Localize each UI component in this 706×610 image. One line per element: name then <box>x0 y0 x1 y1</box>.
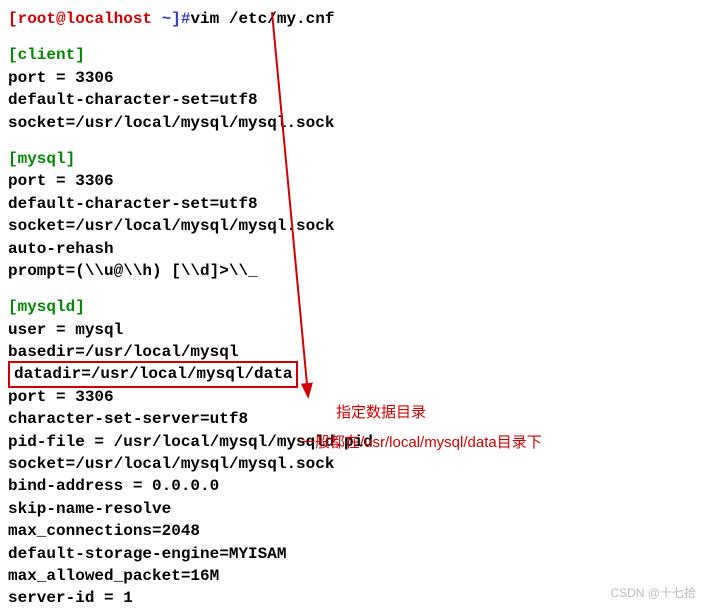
command-text: vim /etc/my.cnf <box>190 10 334 28</box>
config-line: default-storage-engine=MYISAM <box>8 543 698 565</box>
datadir-line: datadir=/usr/local/mysql/data <box>8 363 698 385</box>
config-line: bind-address = 0.0.0.0 <box>8 475 698 497</box>
prompt-path: ~]# <box>152 10 190 28</box>
config-line: max_allowed_packet=16M <box>8 565 698 587</box>
prompt-user: [root@localhost <box>8 10 152 28</box>
datadir-highlight: datadir=/usr/local/mysql/data <box>8 361 298 387</box>
config-line: skip-name-resolve <box>8 498 698 520</box>
shell-prompt: [root@localhost ~]#vim /etc/my.cnf <box>8 8 698 30</box>
config-line: default-character-set=utf8 <box>8 193 698 215</box>
config-line: auto-rehash <box>8 238 698 260</box>
config-line: port = 3306 <box>8 67 698 89</box>
config-line: socket=/usr/local/mysql/mysql.sock <box>8 215 698 237</box>
config-line: basedir=/usr/local/mysql <box>8 341 698 363</box>
client-section: [client] port = 3306 default-character-s… <box>8 44 698 134</box>
config-line: port = 3306 <box>8 170 698 192</box>
mysqld-section: [mysqld] user = mysql basedir=/usr/local… <box>8 296 698 609</box>
config-line: user = mysql <box>8 319 698 341</box>
config-line: prompt=(\\u@\\h) [\\d]>\\_ <box>8 260 698 282</box>
section-header: [mysqld] <box>8 296 698 318</box>
annotation-label-1: 指定数据目录 <box>336 402 426 423</box>
config-line: socket=/usr/local/mysql/mysql.sock <box>8 112 698 134</box>
config-line: default-character-set=utf8 <box>8 89 698 111</box>
section-header: [client] <box>8 44 698 66</box>
mysql-section: [mysql] port = 3306 default-character-se… <box>8 148 698 282</box>
annotation-label-2: 一般都在/usr/local/mysql/data目录下 <box>300 432 542 453</box>
config-line: socket=/usr/local/mysql/mysql.sock <box>8 453 698 475</box>
config-line: max_connections=2048 <box>8 520 698 542</box>
watermark: CSDN @十七拾 <box>610 585 696 602</box>
config-line: server-id = 1 <box>8 587 698 609</box>
section-header: [mysql] <box>8 148 698 170</box>
